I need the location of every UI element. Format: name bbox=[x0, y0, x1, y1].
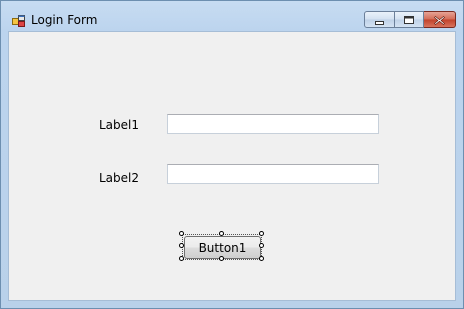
close-icon bbox=[434, 10, 445, 29]
label2: Label2 bbox=[99, 171, 140, 185]
login-form-window: Login Form Label1 Label2 Button1 bbox=[0, 0, 464, 309]
maximize-button[interactable] bbox=[395, 11, 424, 28]
label1: Label1 bbox=[99, 118, 140, 132]
minimize-icon bbox=[374, 10, 385, 29]
maximize-icon bbox=[403, 10, 415, 29]
caption-buttons bbox=[364, 11, 456, 29]
textbox1[interactable] bbox=[167, 114, 379, 134]
window-title: Login Form bbox=[31, 13, 98, 27]
resize-handle-se[interactable] bbox=[259, 256, 264, 261]
form-app-icon bbox=[12, 12, 25, 27]
resize-handle-sw[interactable] bbox=[179, 256, 184, 261]
resize-handle-w[interactable] bbox=[179, 243, 184, 248]
resize-handle-s[interactable] bbox=[219, 256, 224, 261]
resize-handle-e[interactable] bbox=[259, 243, 264, 248]
form-client-area: Label1 Label2 Button1 bbox=[8, 31, 456, 301]
title-bar[interactable]: Login Form bbox=[1, 1, 463, 31]
minimize-button[interactable] bbox=[364, 11, 395, 28]
textbox2[interactable] bbox=[167, 164, 379, 184]
close-button[interactable] bbox=[424, 11, 456, 28]
resize-handle-nw[interactable] bbox=[179, 231, 184, 236]
resize-handle-n[interactable] bbox=[219, 231, 224, 236]
resize-handle-ne[interactable] bbox=[259, 231, 264, 236]
